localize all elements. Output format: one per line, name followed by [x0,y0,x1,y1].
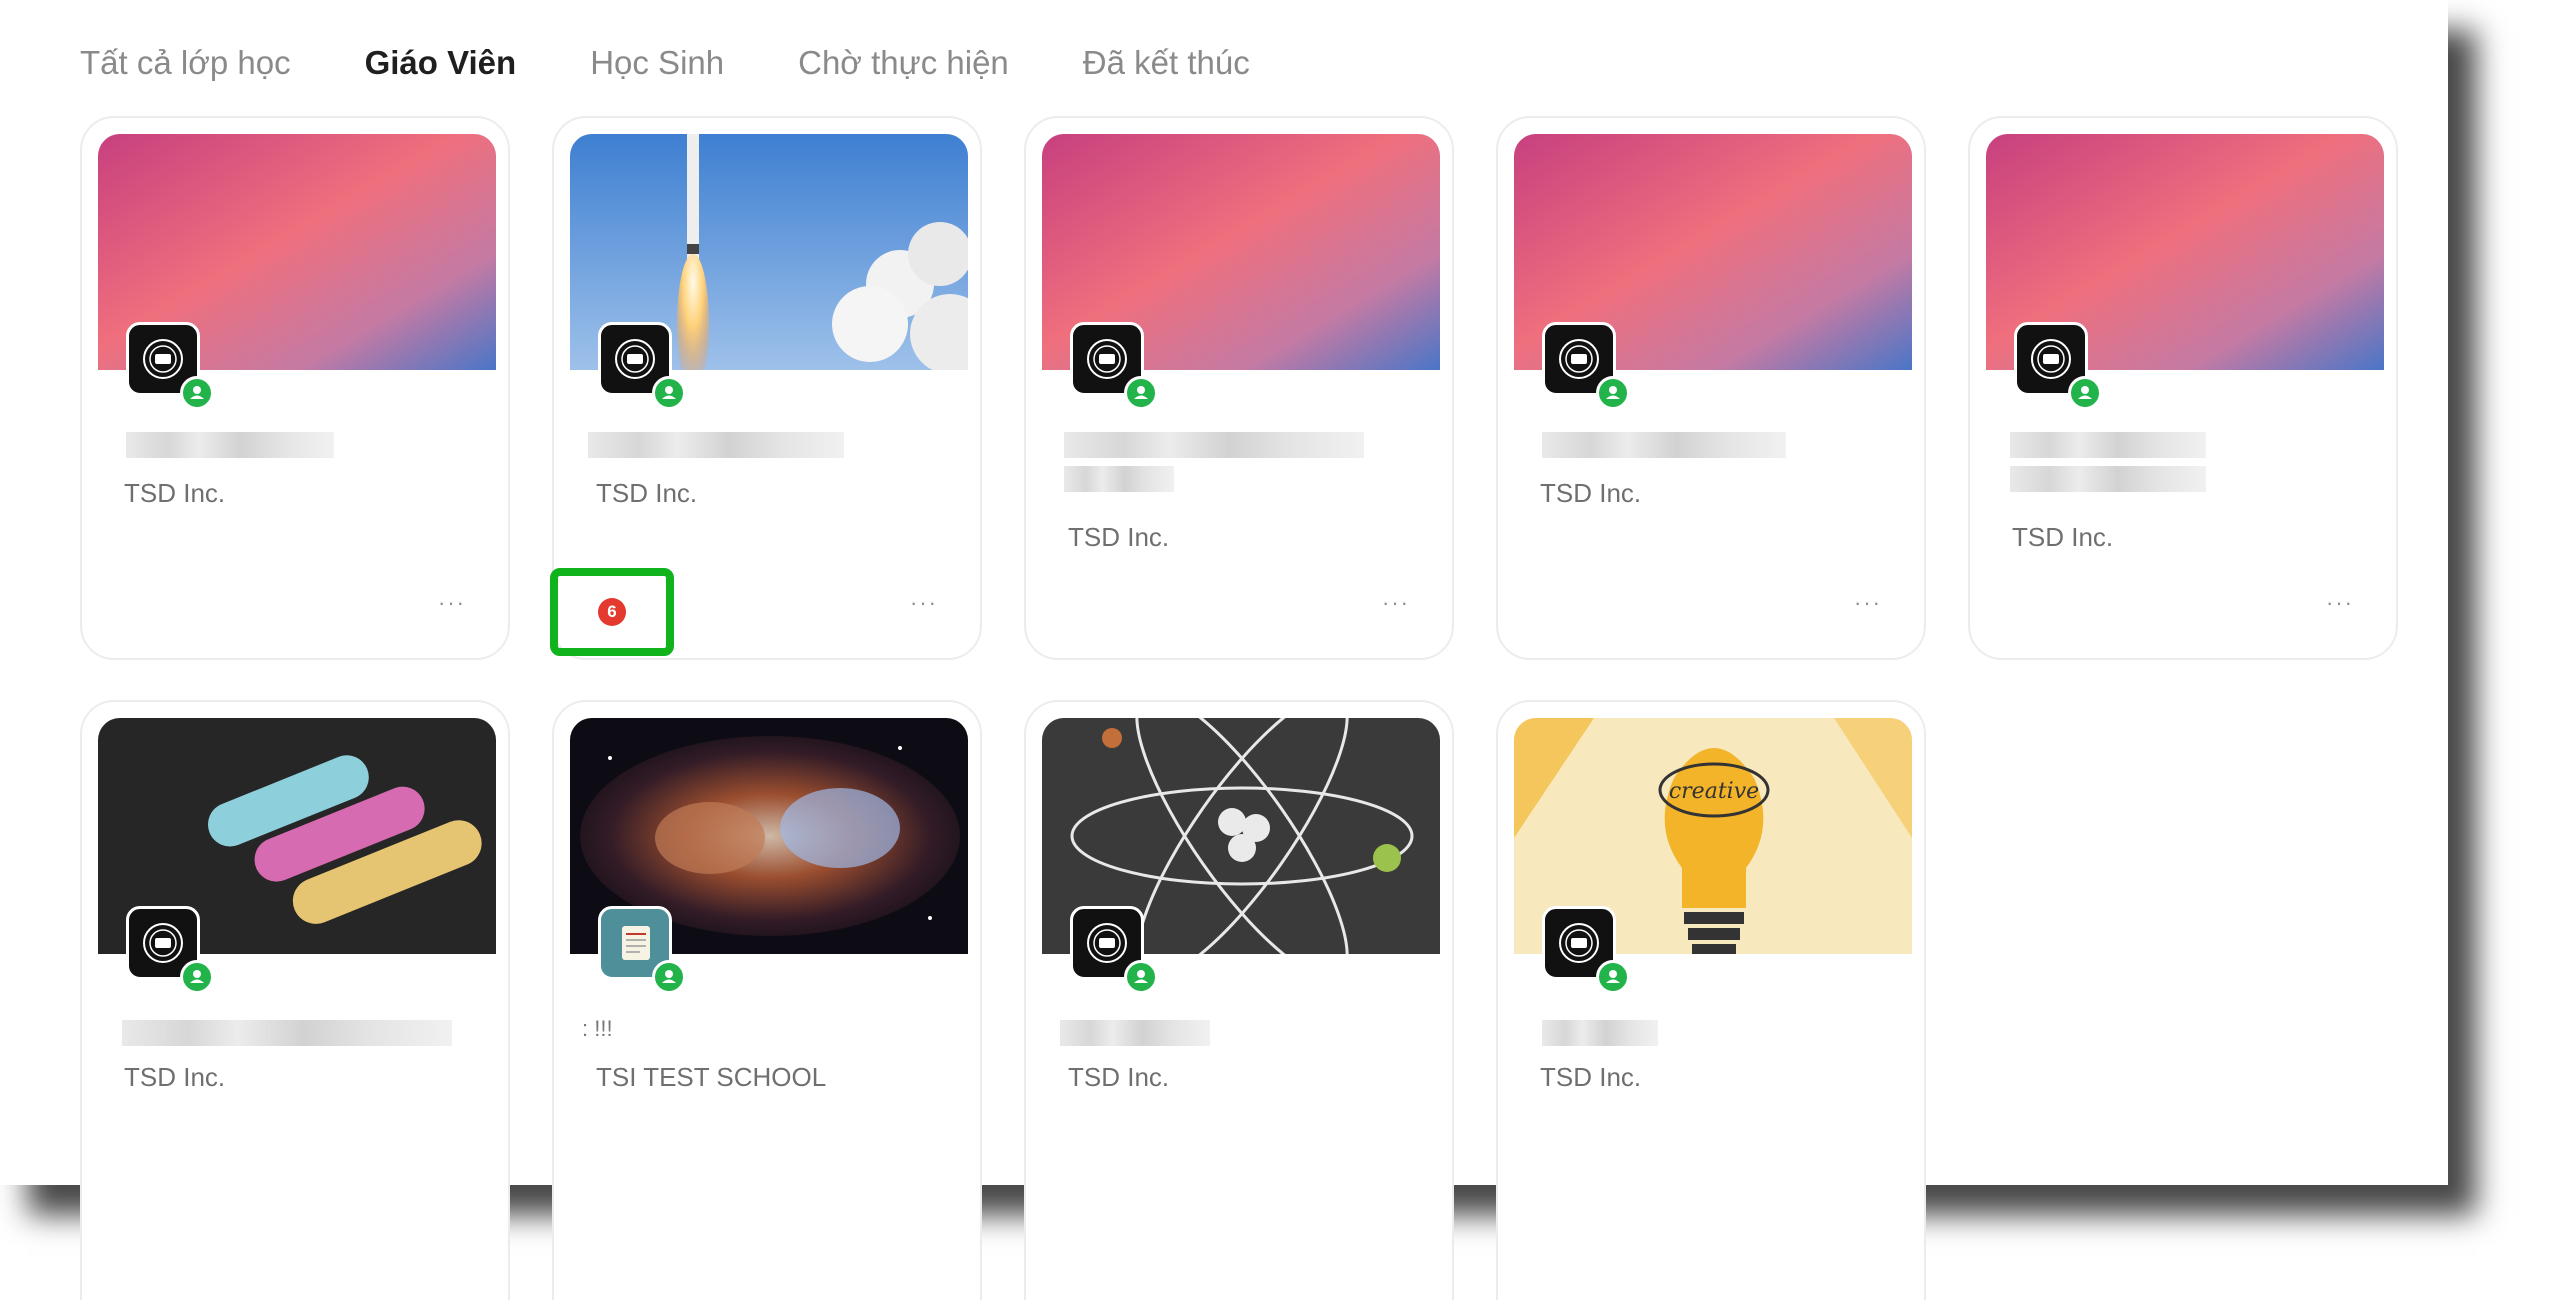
online-user-icon [1596,376,1630,410]
organization-name: TSD Inc. [1540,1062,1642,1092]
class-card[interactable]: TSD Inc. [80,700,510,1300]
class-card[interactable]: TSD Inc. 6 ··· [550,116,982,660]
online-user-icon [1596,960,1630,994]
online-user-icon [1124,960,1158,994]
organization-name: TSD Inc. [124,478,226,508]
more-options-button[interactable]: ··· [910,590,938,616]
class-name-redacted [122,1020,452,1046]
class-name-redacted [2010,432,2206,458]
organization-name: TSD Inc. [2012,522,2114,552]
organization-name: TSD Inc. [1068,1062,1170,1092]
tab-student[interactable]: Học Sinh [590,44,724,82]
class-card[interactable]: creative TSD Inc. [1496,700,1926,1300]
online-user-icon [652,960,686,994]
online-user-icon [2068,376,2102,410]
class-name-redacted [588,432,844,458]
organization-name: TSD Inc. [596,478,698,508]
organization-name: TSD Inc. [124,1062,226,1092]
notification-highlight[interactable]: 6 [550,568,674,656]
class-tabs: Tất cả lớp học Giáo Viên Học Sinh Chờ th… [80,44,1324,82]
organization-name: TSD Inc. [1068,522,1170,552]
class-name-redacted [1542,1020,1658,1046]
organization-name: TSD Inc. [1540,478,1642,508]
class-title-fragment: : !!! [582,1016,613,1041]
class-name-redacted [126,432,334,458]
online-user-icon [180,960,214,994]
class-card[interactable]: TSD Inc. [1024,700,1454,1300]
tab-all-classes[interactable]: Tất cả lớp học [80,44,291,82]
more-options-button[interactable]: ··· [1382,590,1410,616]
online-user-icon [1124,376,1158,410]
notification-badge[interactable]: 6 [598,598,626,626]
more-options-button[interactable]: ··· [438,590,466,616]
classes-panel: Tất cả lớp học Giáo Viên Học Sinh Chờ th… [0,0,2448,1300]
class-name-redacted [1064,466,1174,492]
class-card[interactable]: TSD Inc. ··· [1968,116,2398,660]
class-name-redacted [1064,432,1364,458]
organization-name: TSI TEST SCHOOL [596,1062,827,1092]
class-name-redacted [1542,432,1786,458]
class-card[interactable]: TSD Inc. ··· [1024,116,1454,660]
online-user-icon [652,376,686,410]
class-card[interactable]: : !!! TSI TEST SCHOOL [552,700,982,1300]
tab-finished[interactable]: Đã kết thúc [1083,44,1250,82]
more-options-button[interactable]: ··· [1854,590,1882,616]
class-card[interactable]: TSD Inc. ··· [1496,116,1926,660]
tab-teacher[interactable]: Giáo Viên [365,44,517,82]
class-card[interactable]: TSD Inc. ··· [80,116,510,660]
tab-pending[interactable]: Chờ thực hiện [798,44,1009,82]
online-user-icon [180,376,214,410]
class-name-redacted [2010,466,2206,492]
more-options-button[interactable]: ··· [2326,590,2354,616]
class-name-redacted [1060,1020,1210,1046]
cover-creative-text: creative [1669,779,1759,804]
